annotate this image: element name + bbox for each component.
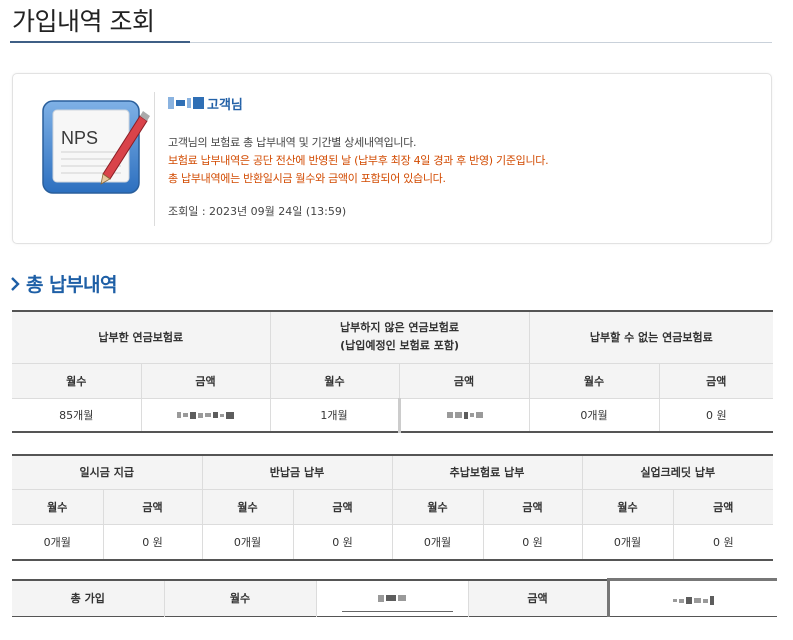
col-amount: 금액: [398, 362, 530, 398]
col-months: 월수: [581, 488, 674, 524]
header-unpaid-premium: 납부하지 않은 연금보험료 (납입예정인 보험료 포함): [269, 311, 530, 363]
paid-months: 85개월: [12, 397, 141, 432]
total-amount-label: 금액: [467, 579, 608, 617]
header-unpayable-premium: 납부할 수 없는 연금보험료: [528, 311, 774, 363]
lump-sum-amount: 0 원: [102, 523, 202, 560]
credit-months: 0개월: [581, 523, 674, 560]
nps-document-pen-icon: NPS: [42, 100, 150, 194]
unpayable-amount: 0 원: [658, 397, 774, 432]
header-return-payment: 반납금 납부: [201, 455, 392, 489]
total-enrollment-table: 총 가입 월수 금액: [12, 578, 777, 617]
title-divider-accent: [10, 41, 190, 43]
header-additional-premium: 추납보험료 납부: [391, 455, 583, 489]
total-enrollment-label: 총 가입: [12, 579, 164, 617]
return-months: 0개월: [201, 523, 293, 560]
customer-label: 고객님: [207, 97, 243, 113]
info-description: 고객님의 보험료 총 납부내역 및 기간별 상세내역입니다.: [168, 136, 417, 149]
col-amount: 금액: [102, 488, 202, 524]
col-amount: 금액: [672, 488, 774, 524]
credit-amount: 0 원: [672, 523, 774, 560]
col-amount: 금액: [140, 362, 271, 398]
unpaid-amount-masked: [397, 397, 530, 432]
section-title-total-payment: 총 납부내역: [10, 270, 118, 297]
info-divider: [154, 92, 155, 226]
header-unemployment-credit: 실업크레딧 납부: [581, 455, 774, 489]
header-paid-premium: 납부한 연금보험료: [12, 311, 271, 363]
payment-detail-table: 일시금 지급 반납금 납부 추납보험료 납부 실업크레딧 납부 월수 금액 월수…: [12, 454, 774, 561]
query-date: 조회일 : 2023년 09월 24일 (13:59): [168, 205, 347, 218]
paid-amount-masked: [140, 397, 271, 432]
masked-customer-name: [168, 97, 204, 109]
col-amount: 금액: [292, 488, 392, 524]
total-months-masked: [315, 579, 468, 617]
table-row: 85개월 1개월 0개월 0 원: [12, 397, 774, 432]
col-months: 월수: [201, 488, 293, 524]
col-months: 월수: [12, 488, 103, 524]
unpayable-months: 0개월: [528, 397, 660, 432]
col-months: 월수: [528, 362, 660, 398]
return-amount: 0 원: [292, 523, 392, 560]
payment-summary-table: 납부한 연금보험료 납부하지 않은 연금보험료 (납입예정인 보험료 포함) 납…: [12, 310, 774, 433]
col-months: 월수: [391, 488, 483, 524]
info-notice-reflection: 보험료 납부내역은 공단 전산에 반영된 날 (납부후 최장 4일 경과 후 반…: [168, 154, 549, 167]
page-title: 가입내역 조회: [12, 7, 155, 36]
col-months: 월수: [269, 362, 400, 398]
additional-months: 0개월: [391, 523, 483, 560]
chevron-right-icon: [11, 276, 20, 291]
col-months: 월수: [12, 362, 141, 398]
additional-amount: 0 원: [482, 523, 583, 560]
customer-name-line: 고객님: [168, 93, 243, 113]
col-amount: 금액: [658, 362, 774, 398]
unpaid-months: 1개월: [269, 397, 400, 432]
total-amount-masked: [606, 578, 777, 617]
table-row: 총 가입 월수 금액: [12, 578, 777, 617]
total-months-label: 월수: [163, 579, 316, 617]
lump-sum-months: 0개월: [12, 523, 103, 560]
col-amount: 금액: [482, 488, 583, 524]
nps-icon-text: NPS: [61, 128, 98, 148]
info-notice-refund: 총 납부내역에는 반환일시금 월수와 금액이 포함되어 있습니다.: [168, 172, 446, 185]
info-box: NPS 고객님 고객님의 보험료 총 납부내역 및 기간별 상세내역입니다. 보…: [12, 73, 772, 244]
header-lump-sum-payment: 일시금 지급: [12, 455, 202, 489]
table-row: 0개월 0 원 0개월 0 원 0개월 0 원 0개월 0 원: [12, 523, 774, 560]
